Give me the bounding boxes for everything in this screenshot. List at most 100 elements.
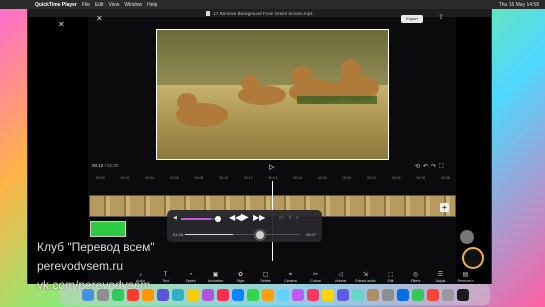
ruler-tick: 00:18 <box>317 176 327 180</box>
dock-app-icon[interactable] <box>426 288 439 301</box>
record-button[interactable] <box>460 230 474 244</box>
ruler-tick: 00:20 <box>342 176 352 180</box>
dock-app-icon[interactable] <box>396 288 409 301</box>
dock-app-icon[interactable] <box>291 288 304 301</box>
dock-app-icon[interactable] <box>351 288 364 301</box>
timecode: 00:12 / 02:20 <box>92 163 119 168</box>
menu-help[interactable]: Help <box>147 2 157 8</box>
camera-tracking-icon: ⌖ <box>288 272 293 278</box>
upload-icon[interactable]: ⇪ <box>438 13 444 21</box>
macos-dock <box>60 284 490 305</box>
rewind-icon[interactable]: ◀◀ <box>229 213 241 222</box>
add-clip-button[interactable]: + <box>440 203 449 212</box>
close-icon[interactable]: ✕ <box>58 21 65 29</box>
ruler-tick: 00:08 <box>194 176 204 180</box>
dock-app-icon[interactable] <box>411 288 424 301</box>
app-menu[interactable]: QuickTime Player <box>35 2 77 8</box>
remaining-time: 03:27 <box>305 232 316 237</box>
channel-logo <box>462 247 484 269</box>
delete-icon: ▢ <box>262 272 269 278</box>
dock-app-icon[interactable] <box>321 288 334 301</box>
tool-label: Remove b <box>457 279 474 283</box>
ruler-tick: 00:00 <box>95 176 105 180</box>
dock-app-icon[interactable] <box>366 288 379 301</box>
volume-icon: ◁ <box>338 272 343 278</box>
animation-icon: ▣ <box>212 272 219 278</box>
progress-fill <box>185 234 234 235</box>
green-screen-clip[interactable] <box>90 221 126 237</box>
dock-app-icon[interactable] <box>441 288 454 301</box>
tool-label: Volume <box>334 279 347 283</box>
text-icon: T <box>163 272 168 278</box>
ruler-tick: 00:14 <box>268 176 278 180</box>
tool-label: Filters <box>410 279 421 283</box>
cutout-icon: ✂ <box>312 272 319 278</box>
dock-app-icon[interactable] <box>276 288 289 301</box>
filters-icon: ◎ <box>412 272 419 278</box>
dock-app-icon[interactable] <box>96 288 109 301</box>
fast-forward-icon[interactable]: ▶▶ <box>253 213 265 222</box>
preview-controls[interactable]: ⟲↶↷⛶ <box>415 163 446 171</box>
video-file-icon <box>206 10 211 16</box>
right-black-pane <box>456 17 491 284</box>
tool-label: Speed <box>185 279 196 283</box>
volume-knob[interactable] <box>215 216 221 222</box>
ruler-tick: 00:24 <box>391 176 401 180</box>
dock-app-icon[interactable] <box>216 288 229 301</box>
dock-app-icon[interactable] <box>201 288 214 301</box>
dock-app-icon[interactable] <box>81 288 94 301</box>
edit-icon: ⬚ <box>387 272 394 278</box>
dock-app-icon[interactable] <box>336 288 349 301</box>
ruler-tick: 00:12 <box>243 176 253 180</box>
ruler-tick: 00:10 <box>219 176 228 180</box>
watermark-line-2: perevodvsem.ru <box>37 259 124 273</box>
share-airplay-icons[interactable]: ▭⇧» <box>279 215 303 221</box>
editor-close-icon[interactable]: ✕ <box>96 15 103 23</box>
tool-label: Text <box>162 279 169 283</box>
play-icon[interactable]: ▷ <box>269 163 274 171</box>
export-button[interactable]: Export <box>401 15 423 23</box>
menu-file[interactable]: File <box>82 2 90 8</box>
tool-label: Style <box>236 279 245 283</box>
ruler-tick: 00:04 <box>145 176 155 180</box>
window-title: 17 Remove Background From Green Screen.m… <box>213 10 313 16</box>
menu-window[interactable]: Window <box>124 2 142 8</box>
play-button-icon[interactable]: ▶ <box>241 212 249 223</box>
elapsed-time: 01:26 <box>173 232 184 237</box>
dock-app-icon[interactable] <box>261 288 274 301</box>
ruler-tick: 00:22 <box>367 176 376 180</box>
tool-label: Delete <box>260 279 271 283</box>
dock-app-icon[interactable] <box>126 288 139 301</box>
tool-label: Animation <box>207 279 224 283</box>
speed-icon: ◔ <box>188 272 193 278</box>
dock-app-icon[interactable] <box>156 288 169 301</box>
volume-slider[interactable] <box>181 218 219 220</box>
dock-app-icon[interactable] <box>381 288 394 301</box>
adjust-icon: ☰ <box>437 272 444 278</box>
volume-icon[interactable]: ◀ <box>173 215 177 221</box>
dock-app-icon[interactable] <box>111 288 124 301</box>
video-preview[interactable] <box>156 29 389 160</box>
dock-app-icon[interactable] <box>141 288 154 301</box>
tool-label: Edit <box>387 279 394 283</box>
scrubber-cursor[interactable] <box>254 229 266 241</box>
quicktime-controller[interactable]: ◀ ◀◀ ▶ ▶▶ ▭⇧» 01:26 03:27 <box>167 210 322 242</box>
menu-view[interactable]: View <box>109 2 120 8</box>
dock-app-icon[interactable] <box>306 288 319 301</box>
ruler-tick: 00:06 <box>169 176 179 180</box>
menu-bar: QuickTime Player File Edit View Window H… <box>0 0 545 9</box>
ruler-tick: 00:26 <box>416 176 426 180</box>
remove-background-icon: ▤ <box>462 272 469 278</box>
dock-app-icon[interactable] <box>186 288 199 301</box>
menu-edit[interactable]: Edit <box>95 2 104 8</box>
progress-bar[interactable] <box>185 234 300 235</box>
ruler-tick: 00:02 <box>120 176 130 180</box>
dock-app-icon[interactable] <box>231 288 244 301</box>
dock-app-icon[interactable] <box>456 288 469 301</box>
watermark-line-1: Клуб "Перевод всем" <box>37 240 155 254</box>
dock-app-icon[interactable] <box>171 288 184 301</box>
lions-image <box>157 30 388 159</box>
volume-fill <box>181 218 212 220</box>
dock-app-icon[interactable] <box>246 288 259 301</box>
menubar-clock: Thu 16 May 14:58 <box>498 1 539 8</box>
